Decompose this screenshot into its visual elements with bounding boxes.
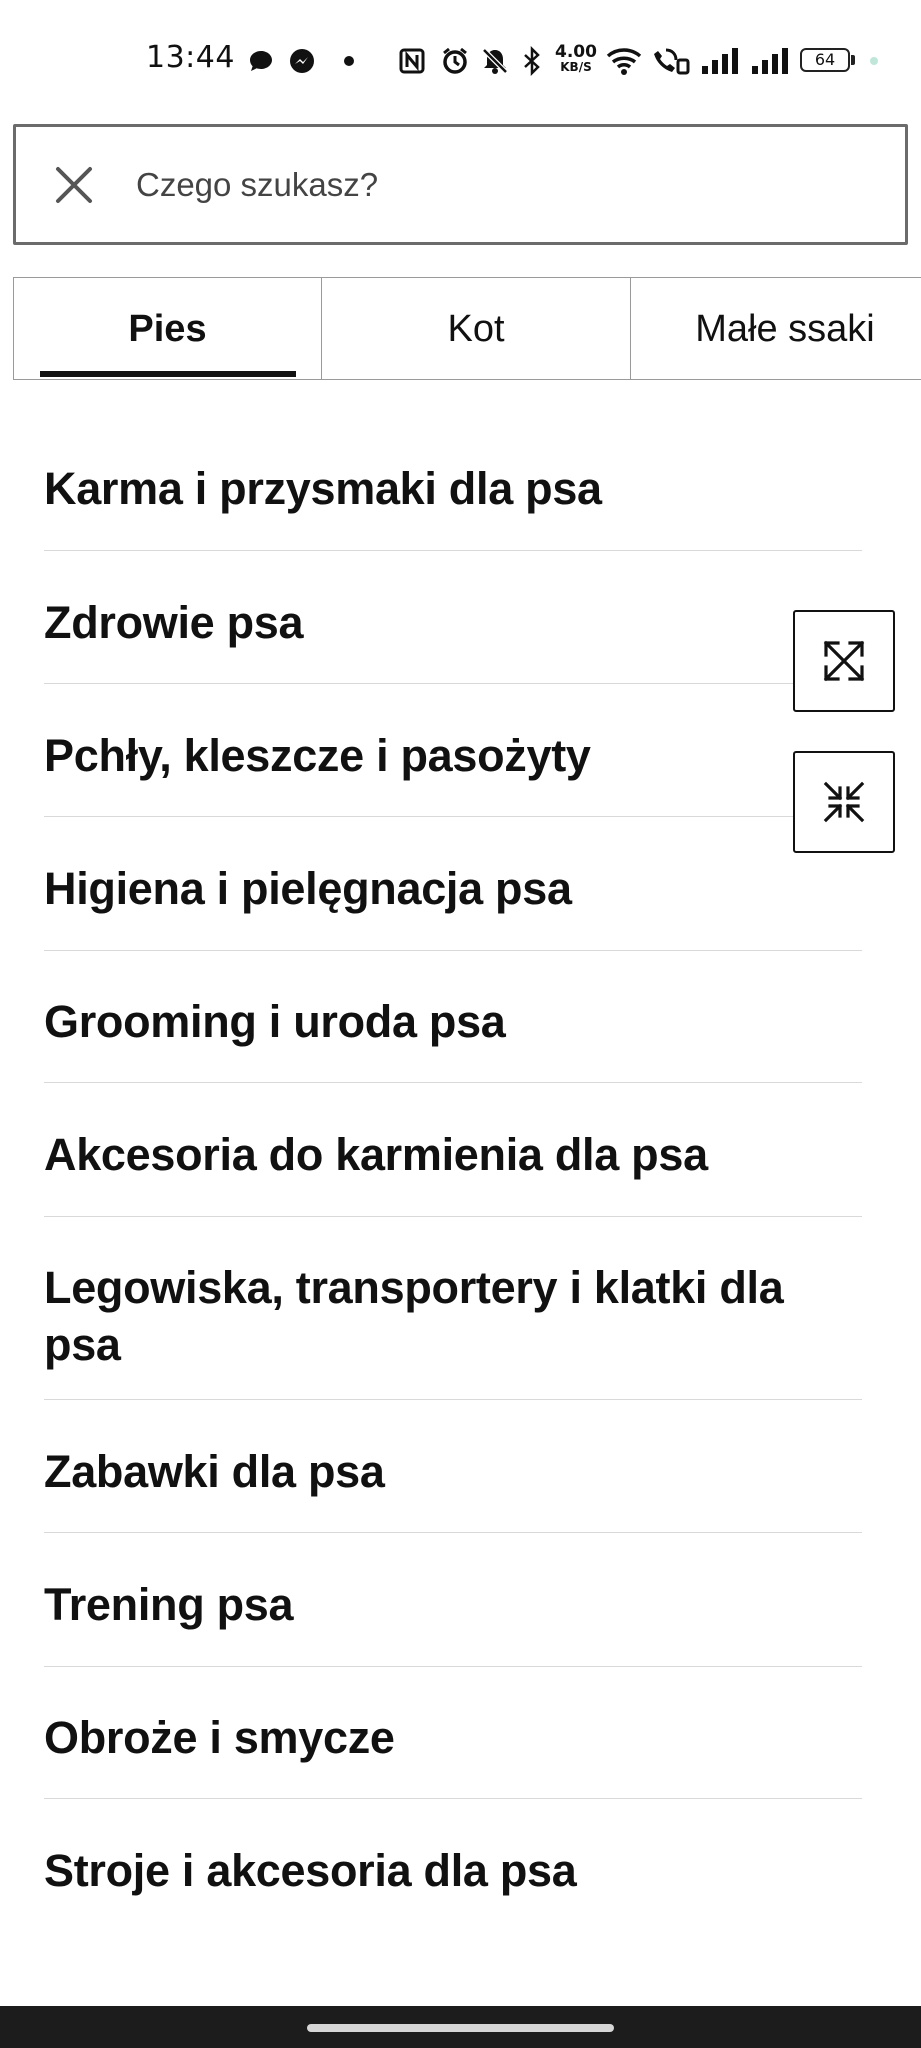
privacy-indicator-dot xyxy=(870,57,878,65)
category-label: Legowiska, transportery i klatki dla psa xyxy=(44,1262,784,1370)
status-time: 13:44 xyxy=(146,40,235,75)
battery-icon: 64 xyxy=(800,48,850,72)
search-bar xyxy=(13,124,908,245)
tab-pies[interactable]: Pies xyxy=(13,277,322,380)
tab-label: Małe ssaki xyxy=(695,308,875,350)
list-item[interactable]: Pchły, kleszcze i pasożyty xyxy=(44,684,862,817)
tab-kot[interactable]: Kot xyxy=(321,277,631,380)
nfc-icon xyxy=(398,44,426,78)
category-list: Karma i przysmaki dla psa Zdrowie psa Pc… xyxy=(44,418,862,1932)
list-item[interactable]: Grooming i uroda psa xyxy=(44,951,862,1083)
list-item[interactable]: Zdrowie psa xyxy=(44,551,862,684)
chat-bubble-icon xyxy=(247,44,275,78)
list-item[interactable]: Legowiska, transportery i klatki dla psa xyxy=(44,1217,862,1400)
mute-bell-icon xyxy=(480,44,510,78)
network-speed: 4.00 KB/S xyxy=(552,42,600,74)
tab-male-ssaki[interactable]: Małe ssaki xyxy=(630,277,921,380)
tab-label: Pies xyxy=(128,308,207,350)
list-item[interactable]: Karma i przysmaki dla psa xyxy=(44,418,862,551)
list-item[interactable]: Obroże i smycze xyxy=(44,1667,862,1799)
category-label: Grooming i uroda psa xyxy=(44,996,506,1047)
battery-tip xyxy=(851,55,855,65)
alarm-icon xyxy=(440,44,470,78)
network-speed-unit: KB/S xyxy=(560,60,592,74)
wifi-calling-icon xyxy=(650,44,690,78)
category-label: Obroże i smycze xyxy=(44,1712,395,1763)
list-item[interactable]: Higiena i pielęgnacja psa xyxy=(44,817,862,951)
signal-icon xyxy=(700,44,740,78)
category-label: Pchły, kleszcze i pasożyty xyxy=(44,730,591,781)
list-item[interactable]: Trening psa xyxy=(44,1533,862,1667)
search-input[interactable] xyxy=(136,155,876,215)
category-label: Zdrowie psa xyxy=(44,597,304,648)
category-label: Karma i przysmaki dla psa xyxy=(44,463,602,514)
category-label: Stroje i akcesoria dla psa xyxy=(44,1845,577,1896)
expand-button[interactable] xyxy=(793,610,895,712)
signal-icon xyxy=(750,44,790,78)
wifi-icon xyxy=(606,44,642,78)
list-item[interactable]: Akcesoria do karmienia dla psa xyxy=(44,1083,862,1217)
category-label: Trening psa xyxy=(44,1579,294,1630)
close-icon[interactable] xyxy=(52,163,96,207)
network-speed-value: 4.00 xyxy=(555,42,597,62)
messenger-icon xyxy=(288,44,316,78)
list-item[interactable]: Zabawki dla psa xyxy=(44,1400,862,1533)
collapse-button[interactable] xyxy=(793,751,895,853)
active-tab-indicator xyxy=(40,371,296,377)
dot-icon xyxy=(343,44,355,78)
category-label: Akcesoria do karmienia dla psa xyxy=(44,1129,708,1180)
bluetooth-icon xyxy=(521,44,543,78)
status-bar: 13:44 4.00 KB/S 64 xyxy=(0,0,921,120)
category-label: Higiena i pielęgnacja psa xyxy=(44,863,572,914)
system-navigation-bar xyxy=(0,2006,921,2048)
tab-label: Kot xyxy=(447,308,505,350)
home-gesture-handle[interactable] xyxy=(307,2024,614,2032)
list-item[interactable]: Stroje i akcesoria dla psa xyxy=(44,1799,862,1932)
pet-tabs: Pies Kot Małe ssaki xyxy=(13,277,921,380)
category-label: Zabawki dla psa xyxy=(44,1446,385,1497)
